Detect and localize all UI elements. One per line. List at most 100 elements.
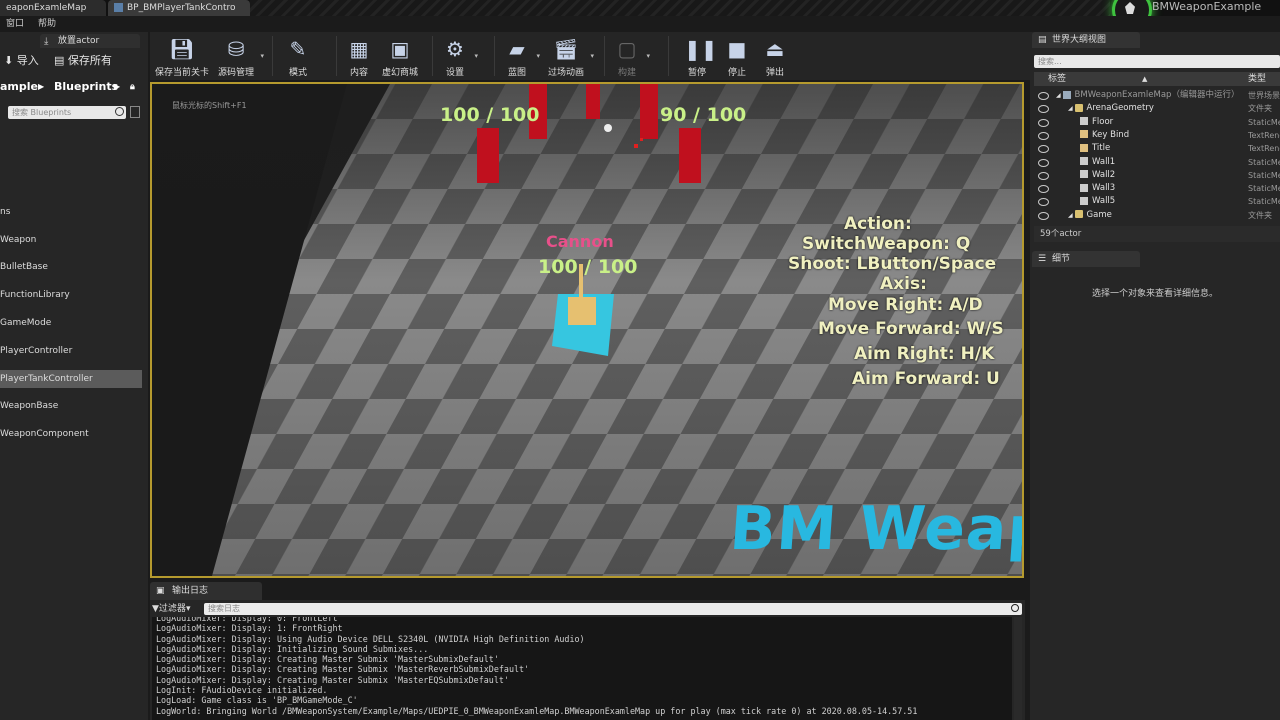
outliner-row[interactable]: Wall5 StaticMe [1034, 195, 1280, 208]
toolbar-button-settings[interactable]: ⚙ 设置 ▾ [440, 34, 478, 78]
breadcrumb-arrow-icon: ▶ [38, 82, 45, 91]
tab-details-label: 细节 [1052, 254, 1071, 264]
toolbar-separator [432, 36, 433, 76]
column-type-header[interactable]: 类型 [1248, 72, 1266, 86]
visibility-eye-icon[interactable] [1038, 145, 1049, 154]
asset-list-item[interactable]: GameMode [0, 314, 142, 332]
column-label-header[interactable]: 标签 [1048, 72, 1066, 86]
asset-list-item[interactable]: WeaponComponent [0, 425, 142, 443]
outliner-row[interactable]: Key Bind TextRend [1034, 129, 1280, 142]
toolbar-button-save[interactable]: 💾︎ 保存当前关卡 [155, 34, 209, 78]
visibility-eye-icon[interactable] [1038, 198, 1049, 207]
log-line: LogAudioMixer: Display: Creating Master … [156, 664, 530, 675]
tab-blueprint-label: BP_BMPlayerTankContro [127, 3, 236, 13]
search-icon [115, 107, 124, 116]
outliner-row-label: ArenaGeometry [1086, 103, 1154, 114]
toolbar-button-marketplace[interactable]: ▣ 虚幻商城 [382, 34, 418, 78]
chevron-down-icon[interactable]: ▾ [590, 52, 594, 60]
outliner-search-input[interactable]: 搜索... [1034, 55, 1280, 68]
asset-list-item[interactable]: PlayerTankController [0, 370, 142, 388]
log-scrollbar[interactable] [1014, 617, 1022, 720]
enemy-health-left: 100 / 100 [440, 104, 540, 126]
instruction-line: Shoot: LButton/Space [788, 254, 997, 274]
outliner-row[interactable]: ◢ Game 文件夹 [1034, 209, 1280, 222]
tab-blueprint[interactable]: BP_BMPlayerTankContro [108, 0, 250, 16]
visibility-eye-icon[interactable] [1038, 92, 1049, 100]
details-icon: ☰ [1038, 254, 1047, 264]
asset-list-item[interactable]: Weapon [0, 231, 142, 249]
outliner-row[interactable]: ◢ ArenaGeometry 文件夹 [1034, 102, 1280, 115]
save-all-label: 保存所有 [67, 54, 112, 67]
expand-arrow-icon[interactable]: ◢ [1068, 212, 1075, 219]
visibility-eye-icon[interactable] [1038, 171, 1049, 180]
tab-output-log[interactable]: ▣ 输出日志 [150, 582, 262, 600]
chevron-down-icon[interactable]: ▾ [646, 52, 650, 60]
chevron-down-icon[interactable]: ▾ [474, 52, 478, 60]
expand-arrow-icon[interactable]: ◢ [1068, 105, 1075, 112]
toolbar-separator [668, 36, 669, 76]
menu-help[interactable]: 帮助 [38, 16, 56, 32]
visibility-eye-icon[interactable] [1038, 158, 1049, 167]
save-all-button[interactable]: ▤ 保存所有 [54, 50, 112, 72]
chevron-down-icon[interactable]: ▾ [260, 52, 264, 60]
breadcrumb-item[interactable]: ample [0, 78, 38, 96]
visibility-eye-icon[interactable] [1038, 105, 1049, 114]
lock-icon[interactable]: 🔒︎ [130, 78, 135, 96]
outliner-row[interactable]: Title TextRend [1034, 142, 1280, 155]
visibility-eye-icon[interactable] [1038, 211, 1049, 220]
toolbar-button-content[interactable]: ▦ 内容 [344, 34, 374, 78]
outliner-row[interactable]: Floor StaticMe [1034, 116, 1280, 129]
instruction-line: Aim Forward: U [852, 369, 1000, 389]
import-label: 导入 [16, 54, 39, 67]
tab-place-actor-label: 放置actor [58, 36, 100, 46]
toolbar-button-stop[interactable]: ■ 停止 [722, 34, 752, 78]
log-search-input[interactable]: 搜索日志 [204, 603, 1022, 615]
outliner-row-label: Game [1086, 209, 1112, 220]
visibility-eye-icon[interactable] [1038, 118, 1049, 127]
toolbar-button-modes[interactable]: ✎ 模式 [280, 34, 316, 78]
asset-list-item[interactable]: ns [0, 203, 142, 221]
outliner-row-label: Wall3 [1092, 183, 1116, 194]
toolbar-button-blueprint[interactable]: ▰ 蓝图 ▾ [502, 34, 540, 78]
asset-list-item[interactable]: BulletBase [0, 258, 142, 276]
tab-place-actor[interactable]: ⤓ 放置actor [40, 34, 140, 48]
toolbar-button-label: 模式 [288, 68, 307, 78]
toolbar-button-label: 停止 [727, 68, 746, 78]
toolbar-button-pause[interactable]: ❚❚ 暂停 [682, 34, 718, 78]
toolbar-button-source-control[interactable]: ⛁ 源码管理 ▾ [216, 34, 264, 78]
save-all-icon: ▤ [54, 54, 65, 67]
breadcrumb-item[interactable]: Blueprints [54, 78, 118, 96]
outliner-row[interactable]: Wall2 StaticMe [1034, 169, 1280, 182]
static-mesh-icon [1080, 117, 1088, 126]
asset-list-item[interactable]: PlayerController [0, 342, 142, 360]
visibility-eye-icon[interactable] [1038, 131, 1049, 140]
outliner-row[interactable]: Wall1 StaticMe [1034, 156, 1280, 169]
outliner-row[interactable]: ◢ BMWeaponExamleMap（编辑器中运行） 世界场景 [1034, 89, 1280, 102]
search-placeholder: 搜索... [1038, 57, 1062, 66]
toolbar-button-eject[interactable]: ⏏ 弹出 [760, 34, 790, 78]
chevron-down-icon[interactable]: ▾ [536, 52, 540, 60]
outliner-row[interactable]: Wall3 StaticMe [1034, 182, 1280, 195]
asset-list-item[interactable]: FunctionLibrary [0, 286, 142, 304]
content-icon: ▦ [349, 37, 369, 61]
menu-window[interactable]: 窗口 [6, 16, 24, 32]
asset-list-item[interactable]: WeaponBase [0, 397, 142, 415]
level-viewport[interactable]: 鼠标光标的Shift+F1 100 / 100 90 / 100 Cannon … [150, 82, 1024, 578]
visibility-eye-icon[interactable] [1038, 185, 1049, 194]
filter-icon[interactable] [130, 106, 140, 118]
tab-level[interactable]: eaponExamleMap [0, 0, 106, 16]
outliner-row-type: StaticMe [1248, 157, 1280, 167]
import-button[interactable]: ⬇ 导入 [4, 50, 39, 72]
toolbar-button-build[interactable]: ▢ 构建 ▾ [612, 34, 650, 78]
log-line: LogAudioMixer: Display: Initializing Sou… [156, 643, 429, 654]
toolbar-separator [494, 36, 495, 76]
breadcrumb: ample ▶ Blueprints ▶ 🔒︎ [0, 78, 148, 96]
blueprints-search-input[interactable]: 搜索 Blueprints [8, 106, 126, 119]
blueprint-tab-icon [114, 3, 123, 12]
toolbar-button-cinematics[interactable]: 🎬︎ 过场动画 ▾ [546, 34, 594, 78]
settings-icon: ⚙ [446, 37, 464, 61]
log-line: LogWorld: Bringing World /BMWeaponSystem… [156, 705, 918, 716]
tab-details[interactable]: ☰ 细节 [1032, 251, 1140, 267]
log-filter-button[interactable]: ▼过滤器▾ [152, 602, 190, 616]
tab-world-outliner[interactable]: ▤ 世界大纲视图 [1032, 32, 1140, 48]
